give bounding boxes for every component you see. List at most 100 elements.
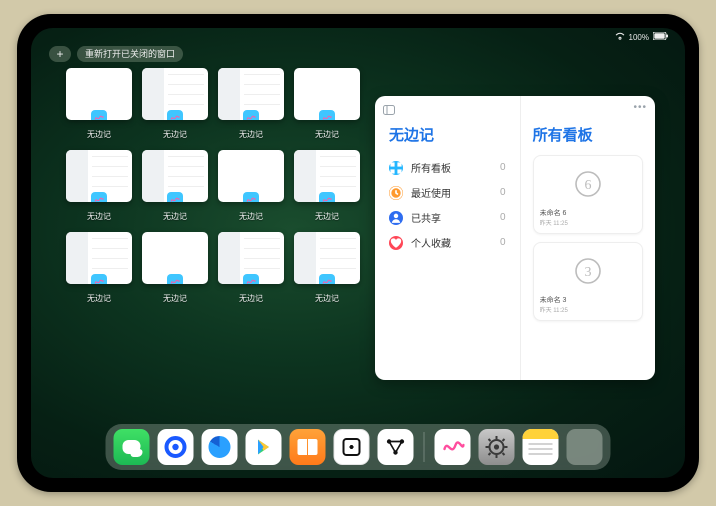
thumbnail-window — [294, 68, 360, 120]
thumbnail-label: 无边记 — [239, 129, 263, 140]
svg-text:3: 3 — [584, 265, 591, 280]
app-library-icon[interactable] — [567, 429, 603, 465]
board-subtitle: 昨天 11:25 — [540, 305, 636, 314]
thumbnail-label: 无边记 — [87, 129, 111, 140]
board-title: 未命名 6 — [540, 208, 636, 218]
sidebar-item-count: 0 — [500, 187, 506, 198]
app-expose: 无边记无边记无边记无边记无边记无边记无边记无边记无边记无边记无边记无边记 •••… — [65, 68, 655, 416]
screen: 100% + 重新打开已关闭的窗口 无边记无边记无边记无边记无边记无边记无边记无… — [31, 28, 685, 478]
people-icon — [389, 211, 403, 225]
more-icon[interactable]: ••• — [633, 102, 647, 113]
content-title: 所有看板 — [533, 124, 643, 145]
board-thumbnail: 6 — [540, 162, 636, 206]
window-preview[interactable]: ••• 无边记 所有看板0最近使用0已共享0个人收藏0 所有看板 6未命名 6昨… — [375, 96, 655, 380]
freeform-app-badge-icon — [243, 110, 259, 120]
thumbnail-label: 无边记 — [315, 211, 339, 222]
window-thumbnail[interactable]: 无边记 — [293, 68, 361, 142]
thumbnail-window — [66, 68, 132, 120]
thumbnail-label: 无边记 — [163, 293, 187, 304]
window-thumbnail[interactable]: 无边记 — [65, 68, 133, 142]
freeform-app-badge-icon — [319, 110, 335, 120]
board-meta: 未命名 6昨天 11:25 — [540, 208, 636, 227]
board-card[interactable]: 3 未命名 3昨天 11:25 — [533, 242, 643, 321]
freeform-app-badge-icon — [167, 192, 183, 202]
sidebar-item[interactable]: 已共享0 — [389, 205, 506, 230]
status-bar: 100% — [615, 32, 669, 42]
window-thumbnail[interactable]: 无边记 — [65, 232, 133, 306]
preview-sidebar: 无边记 所有看板0最近使用0已共享0个人收藏0 — [375, 96, 521, 380]
thumbnail-window — [294, 232, 360, 284]
thumbnail-label: 无边记 — [87, 211, 111, 222]
board-thumbnail: 3 — [540, 249, 636, 293]
books-icon[interactable] — [290, 429, 326, 465]
freeform-app-badge-icon — [167, 274, 183, 284]
thumbnail-label: 无边记 — [315, 129, 339, 140]
freeform-app-badge-icon — [319, 274, 335, 284]
new-window-button[interactable]: + — [49, 46, 71, 62]
thumbnail-window — [218, 68, 284, 120]
board-list: 6未命名 6昨天 11:253未命名 3昨天 11:25 — [533, 155, 643, 321]
freeform-app-badge-icon — [167, 110, 183, 120]
freeform-app-badge-icon — [243, 192, 259, 202]
top-controls: + 重新打开已关闭的窗口 — [49, 46, 183, 62]
thumbnail-label: 无边记 — [315, 293, 339, 304]
qq-browser-icon[interactable] — [202, 429, 238, 465]
board-meta: 未命名 3昨天 11:25 — [540, 295, 636, 314]
window-thumbnail[interactable]: 无边记 — [217, 232, 285, 306]
thumbnail-window — [142, 232, 208, 284]
sidebar-item-count: 0 — [500, 237, 506, 248]
thumbnail-window — [142, 150, 208, 202]
freeform-app-badge-icon — [91, 274, 107, 284]
preview-toolbar — [383, 102, 395, 120]
window-thumbnail[interactable]: 无边记 — [65, 150, 133, 224]
wechat-icon[interactable] — [114, 429, 150, 465]
window-thumbnail[interactable]: 无边记 — [293, 150, 361, 224]
freeform-app-badge-icon — [319, 192, 335, 202]
thumbnail-label: 无边记 — [239, 211, 263, 222]
wifi-icon — [615, 32, 625, 42]
sidebar-item-label: 最近使用 — [411, 185, 492, 200]
freeform-app-badge-icon — [91, 192, 107, 202]
sidebar-item[interactable]: 最近使用 0 — [389, 180, 506, 205]
settings-icon[interactable] — [479, 429, 515, 465]
reopen-closed-window-button[interactable]: 重新打开已关闭的窗口 — [77, 46, 183, 62]
window-thumbnail[interactable]: 无边记 — [217, 150, 285, 224]
graph-icon[interactable] — [378, 429, 414, 465]
ipad-frame: 100% + 重新打开已关闭的窗口 无边记无边记无边记无边记无边记无边记无边记无… — [17, 14, 699, 492]
window-thumbnail-grid: 无边记无边记无边记无边记无边记无边记无边记无边记无边记无边记无边记无边记 — [65, 68, 361, 416]
board-subtitle: 昨天 11:25 — [540, 218, 636, 227]
preview-content: 所有看板 6未命名 6昨天 11:253未命名 3昨天 11:25 — [521, 96, 655, 380]
freeform-app-badge-icon — [91, 110, 107, 120]
thumbnail-label: 无边记 — [163, 211, 187, 222]
window-thumbnail[interactable]: 无边记 — [141, 68, 209, 142]
sidebar-item[interactable]: 个人收藏 0 — [389, 230, 506, 255]
sidebar-item-count: 0 — [500, 162, 506, 173]
quark-icon[interactable] — [158, 429, 194, 465]
thumbnail-window — [66, 232, 132, 284]
freeform-icon[interactable] — [435, 429, 471, 465]
sidebar-title: 无边记 — [389, 124, 506, 145]
battery-text: 100% — [629, 33, 649, 42]
dice-icon[interactable] — [334, 429, 370, 465]
sidebar-item[interactable]: 所有看板0 — [389, 155, 506, 180]
clock-icon — [389, 186, 403, 200]
sidebar-menu: 所有看板0最近使用0已共享0个人收藏0 — [389, 155, 506, 255]
battery-icon — [653, 32, 669, 42]
dock — [106, 424, 611, 470]
window-thumbnail[interactable]: 无边记 — [217, 68, 285, 142]
sidebar-toggle-icon[interactable] — [383, 102, 395, 120]
thumbnail-label: 无边记 — [87, 293, 111, 304]
sidebar-item-label: 个人收藏 — [411, 235, 492, 250]
board-card[interactable]: 6 未命名 6昨天 11:25 — [533, 155, 643, 234]
window-thumbnail[interactable]: 无边记 — [293, 232, 361, 306]
thumbnail-window — [218, 150, 284, 202]
freeform-app-badge-icon — [243, 274, 259, 284]
window-thumbnail[interactable]: 无边记 — [141, 150, 209, 224]
window-thumbnail[interactable]: 无边记 — [141, 232, 209, 306]
thumbnail-window — [294, 150, 360, 202]
sidebar-item-count: 0 — [500, 212, 506, 223]
notes-icon[interactable] — [523, 429, 559, 465]
board-title: 未命名 3 — [540, 295, 636, 305]
play-icon[interactable] — [246, 429, 282, 465]
thumbnail-label: 无边记 — [239, 293, 263, 304]
